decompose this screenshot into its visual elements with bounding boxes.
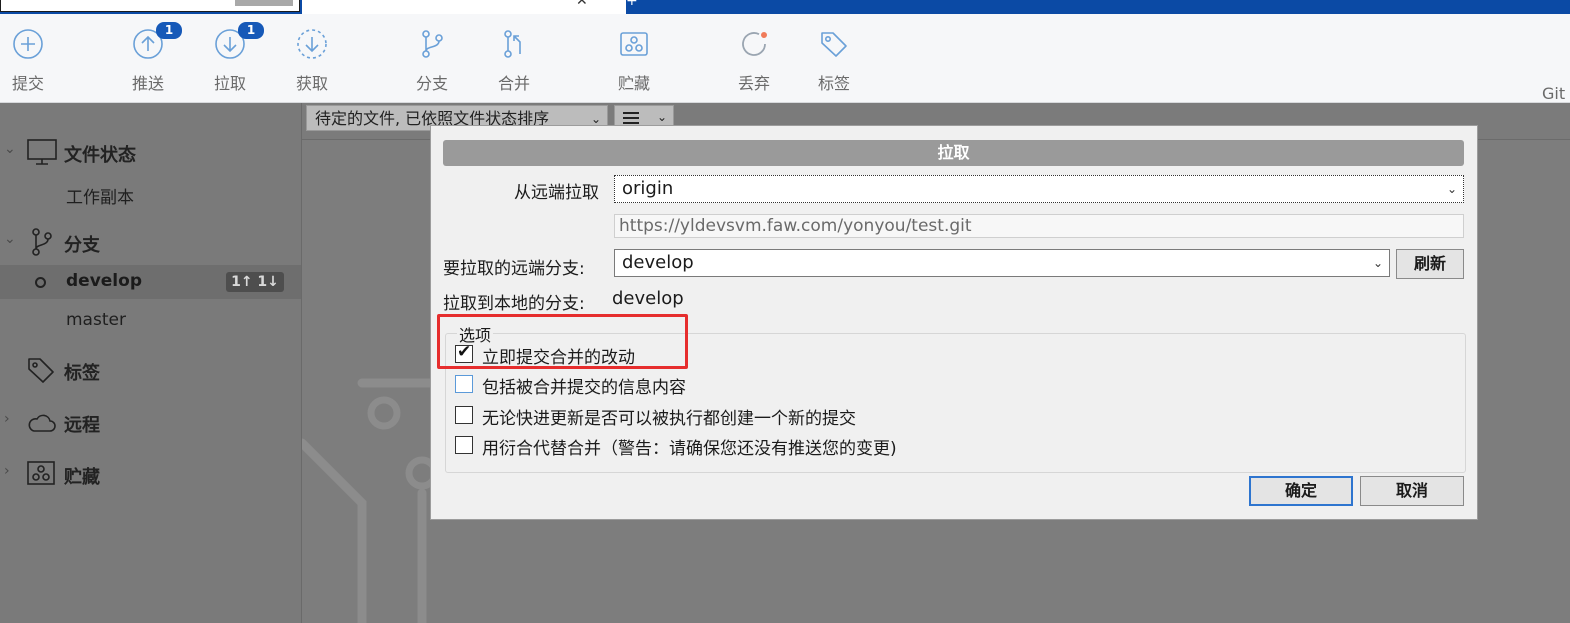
sidebar-section-file-status[interactable]: ⌄ 文件状态 [0, 137, 301, 169]
chevron-down-icon: ⌄ [1446, 182, 1457, 196]
stashes-label: 贮藏 [64, 467, 100, 488]
option-label: 包括被合并提交的信息内容 [482, 378, 686, 398]
remote-label: 从远端拉取 [514, 183, 599, 203]
remotes-label: 远程 [64, 415, 100, 436]
tab-previous[interactable] [0, 0, 300, 12]
local-branch-label: 拉取到本地的分支: [443, 294, 585, 314]
window-tab-strip: ✕ + [0, 0, 1570, 14]
option-label: 无论快进更新是否可以被执行都创建一个新的提交 [482, 409, 856, 429]
checkbox[interactable] [455, 375, 473, 393]
push-count-badge: 1 [156, 22, 182, 39]
refresh-button[interactable]: 刷新 [1396, 249, 1464, 279]
monitor-icon [27, 139, 57, 165]
sidebar-item-master[interactable]: master [66, 310, 126, 330]
close-tab-icon[interactable]: ✕ [576, 0, 588, 9]
stash-icon [27, 461, 55, 485]
fetch-icon [297, 29, 327, 59]
highlight-annotation [437, 314, 688, 369]
remote-branch-value: develop [622, 252, 694, 273]
ok-button[interactable]: 确定 [1249, 476, 1353, 506]
stash-icon [620, 32, 648, 56]
toolbar: 提交 推送 1 拉取 1 获取 分支 合并 贮藏 丢弃 标签 Git [0, 14, 1570, 103]
sidebar-section-stashes[interactable]: › 贮藏 [0, 459, 301, 491]
sidebar-item-develop[interactable]: develop 1↑ 1↓ [0, 265, 301, 299]
sidebar-section-tags[interactable]: 标签 [0, 355, 301, 387]
discard-label: 丢弃 [737, 74, 770, 93]
commit-label: 提交 [11, 74, 44, 93]
tags-label: 标签 [64, 363, 100, 384]
chevron-down-icon: ⌄ [1372, 256, 1383, 270]
branches-label: 分支 [64, 235, 100, 256]
list-icon [623, 112, 639, 124]
git-label[interactable]: Git [1542, 84, 1565, 103]
chevron-right-icon[interactable]: › [4, 463, 10, 479]
chevron-down-icon[interactable]: ⌄ [4, 231, 16, 247]
sidebar-item-working-copy[interactable]: 工作副本 [66, 183, 134, 208]
branch-icon [422, 30, 443, 58]
branch-icon [32, 228, 52, 256]
branch-name: develop [66, 271, 142, 291]
ahead-behind-badge: 1↑ 1↓ [226, 272, 284, 292]
tag-label: 标签 [817, 74, 850, 93]
pull-label: 拉取 [213, 74, 246, 93]
sidebar-section-branches[interactable]: ⌄ 分支 [0, 227, 301, 259]
remote-select[interactable]: origin ⌄ [614, 175, 1464, 203]
checkbox[interactable] [455, 406, 473, 424]
chevron-right-icon[interactable]: › [4, 411, 10, 427]
fetch-label: 获取 [295, 74, 328, 93]
new-tab-icon[interactable]: + [626, 0, 638, 9]
remote-value: origin [622, 178, 674, 199]
branch-label: 分支 [415, 74, 448, 93]
plus-circle-icon [13, 29, 43, 59]
tab-handle [235, 0, 293, 6]
dialog-title: 拉取 [443, 140, 1464, 166]
option-label: 用衍合代替合并（警告：请确保您还没有推送您的变更) [482, 439, 897, 459]
local-branch-value: develop [612, 288, 684, 309]
chevron-down-icon[interactable]: ⌄ [4, 141, 16, 157]
tab-current[interactable]: ✕ [302, 0, 626, 14]
file-status-label: 文件状态 [64, 145, 136, 166]
discard-icon [742, 32, 767, 56]
stash-label: 贮藏 [617, 74, 650, 93]
tag-icon [821, 32, 847, 57]
merge-icon [504, 30, 521, 58]
cancel-button[interactable]: 取消 [1360, 476, 1464, 506]
sidebar: ⌄ 文件状态 工作副本 ⌄ 分支 develop 1↑ 1↓ master 标签… [0, 103, 302, 623]
push-label: 推送 [131, 74, 164, 93]
checkbox[interactable] [455, 436, 473, 454]
current-branch-icon [35, 277, 46, 288]
remote-branch-select[interactable]: develop ⌄ [614, 249, 1390, 277]
sidebar-section-remotes[interactable]: › 远程 [0, 407, 301, 439]
remote-branch-label: 要拉取的远端分支: [443, 259, 585, 279]
tag-icon [28, 358, 54, 383]
cloud-icon [28, 414, 56, 432]
remote-url-field[interactable]: https://yldevsvm.faw.com/yonyou/test.git [614, 214, 1464, 238]
chevron-down-icon: ⌄ [656, 110, 667, 124]
pull-count-badge: 1 [238, 22, 264, 39]
merge-label: 合并 [497, 74, 530, 93]
